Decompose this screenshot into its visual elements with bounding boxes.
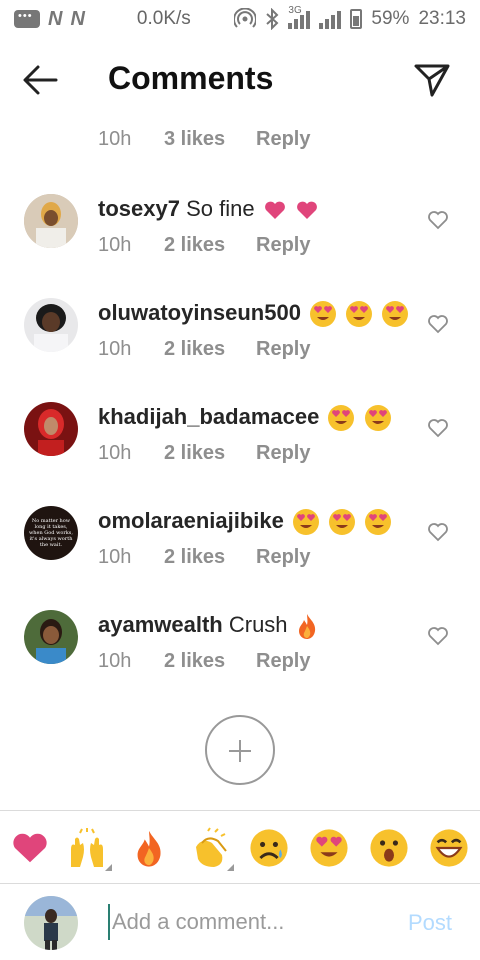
comment-username[interactable]: omolaraeniajibike (98, 508, 284, 533)
avatar[interactable] (24, 298, 78, 352)
avatar[interactable] (24, 194, 78, 248)
comment-input[interactable] (108, 904, 388, 940)
load-more-button[interactable] (205, 715, 275, 785)
emoji-heart-eyes[interactable] (308, 827, 350, 869)
comment-item: tosexy7 So fine 10h 2 likes Reply (0, 192, 480, 296)
comment-likes[interactable]: 3 likes (164, 128, 256, 151)
avatar[interactable] (24, 402, 78, 456)
comment-item: khadijah_badamacee 10h 2 likes Reply (0, 400, 480, 504)
comment-time: 10h (98, 338, 132, 360)
emoji-sad-face[interactable] (248, 827, 290, 869)
network-speed: 0.0K/s (136, 8, 191, 29)
comment-username[interactable]: ayamwealth (98, 612, 223, 637)
heart-eyes-emoji (310, 301, 337, 328)
like-heart-icon[interactable] (427, 210, 449, 230)
raised-hands-icon (71, 828, 103, 867)
signal-icon-2 (319, 9, 342, 29)
back-button[interactable] (20, 62, 60, 98)
emoji-clapping-hands[interactable] (188, 827, 234, 871)
heart-eyes-icon (310, 829, 348, 867)
comment-likes[interactable]: 2 likes (164, 650, 256, 673)
emoji-quick-bar (0, 810, 480, 884)
avatar-quote-text: No matter how long it takes, when God wo… (29, 518, 73, 548)
page-title: Comments (108, 60, 274, 96)
comment-item: ayamwealth Crush 10h 2 likes Reply (0, 608, 480, 712)
avatar[interactable] (24, 610, 78, 664)
like-heart-icon[interactable] (427, 522, 449, 542)
hotspot-icon (234, 8, 257, 28)
comment-likes[interactable]: 2 likes (164, 442, 256, 465)
variant-indicator (227, 864, 234, 871)
reply-button[interactable]: Reply (256, 234, 310, 257)
reply-button[interactable]: Reply (256, 128, 310, 151)
reply-button[interactable]: Reply (256, 650, 310, 673)
like-heart-icon[interactable] (427, 418, 449, 438)
comment-time: 10h (98, 650, 132, 672)
status-bar: N N 0.0K/s 3G 59% 23:13 (0, 0, 480, 38)
heart-eyes-emoji (365, 509, 392, 536)
heart-eyes-emoji (292, 509, 319, 536)
signal-icon: 3G (288, 5, 311, 29)
emoji-heart[interactable] (9, 827, 51, 869)
comment-likes[interactable]: 2 likes (164, 338, 256, 361)
bluetooth-icon (266, 8, 279, 30)
notification-n-icon-2: N (70, 7, 85, 30)
comment-username[interactable]: tosexy7 (98, 196, 180, 221)
comment-likes[interactable]: 2 likes (164, 234, 256, 257)
sad-face-icon (250, 829, 288, 867)
like-heart-icon[interactable] (427, 626, 449, 646)
variant-indicator (105, 864, 112, 871)
battery-percent: 59% (371, 8, 410, 29)
like-heart-icon[interactable] (427, 314, 449, 334)
comment-time: 10h (98, 442, 132, 464)
notification-n-icon: N (48, 7, 63, 30)
reply-button[interactable]: Reply (256, 546, 310, 569)
comment-item: No matter how long it takes, when God wo… (0, 504, 480, 608)
clock: 23:13 (418, 8, 466, 29)
heart-eyes-emoji (382, 301, 409, 328)
comment-text: So fine (186, 196, 255, 221)
comment-item: oluwatoyinseun500 10h 2 likes Reply (0, 296, 480, 400)
avatar[interactable]: No matter how long it takes, when God wo… (24, 506, 78, 560)
reply-button[interactable]: Reply (256, 442, 310, 465)
pink-heart-emoji (264, 201, 285, 220)
comment-username[interactable]: khadijah_badamacee (98, 404, 319, 429)
fire-icon (137, 830, 161, 867)
pink-heart-emoji (296, 201, 317, 220)
heart-emoji-icon (13, 833, 47, 863)
comment-text: Crush (228, 612, 288, 637)
share-button[interactable] (412, 60, 452, 100)
message-notification-icon (14, 10, 40, 28)
emoji-fire[interactable] (128, 827, 170, 869)
heart-eyes-emoji (328, 405, 355, 432)
back-arrow-icon (23, 65, 58, 95)
grinning-face-icon (430, 829, 468, 867)
heart-eyes-emoji (364, 405, 391, 432)
comments-list[interactable]: 10h 3 likes Reply tosexy7 So fine 10h 2 … (0, 112, 480, 808)
heart-eyes-emoji (346, 301, 373, 328)
clapping-hands-icon (196, 827, 227, 867)
comment-time: 10h (98, 234, 132, 256)
comment-time: 10h (98, 128, 132, 150)
comment-item: 10h 3 likes Reply (0, 112, 480, 160)
network-type: 3G (288, 5, 302, 16)
current-user-avatar[interactable] (24, 896, 78, 950)
paper-plane-icon (414, 64, 450, 97)
emoji-grinning-face[interactable] (428, 827, 470, 869)
emoji-surprised-face[interactable] (368, 827, 410, 869)
fire-emoji (298, 614, 315, 640)
header: Comments (0, 50, 480, 110)
comment-username[interactable]: oluwatoyinseun500 (98, 300, 301, 325)
heart-eyes-emoji (329, 509, 356, 536)
post-button[interactable]: Post (408, 910, 452, 936)
battery-icon (350, 9, 363, 29)
comment-likes[interactable]: 2 likes (164, 546, 256, 569)
comment-time: 10h (98, 546, 132, 568)
reply-button[interactable]: Reply (256, 338, 310, 361)
comment-composer: Post (0, 884, 480, 960)
emoji-raised-hands[interactable] (66, 827, 112, 871)
surprised-face-icon (370, 829, 408, 867)
